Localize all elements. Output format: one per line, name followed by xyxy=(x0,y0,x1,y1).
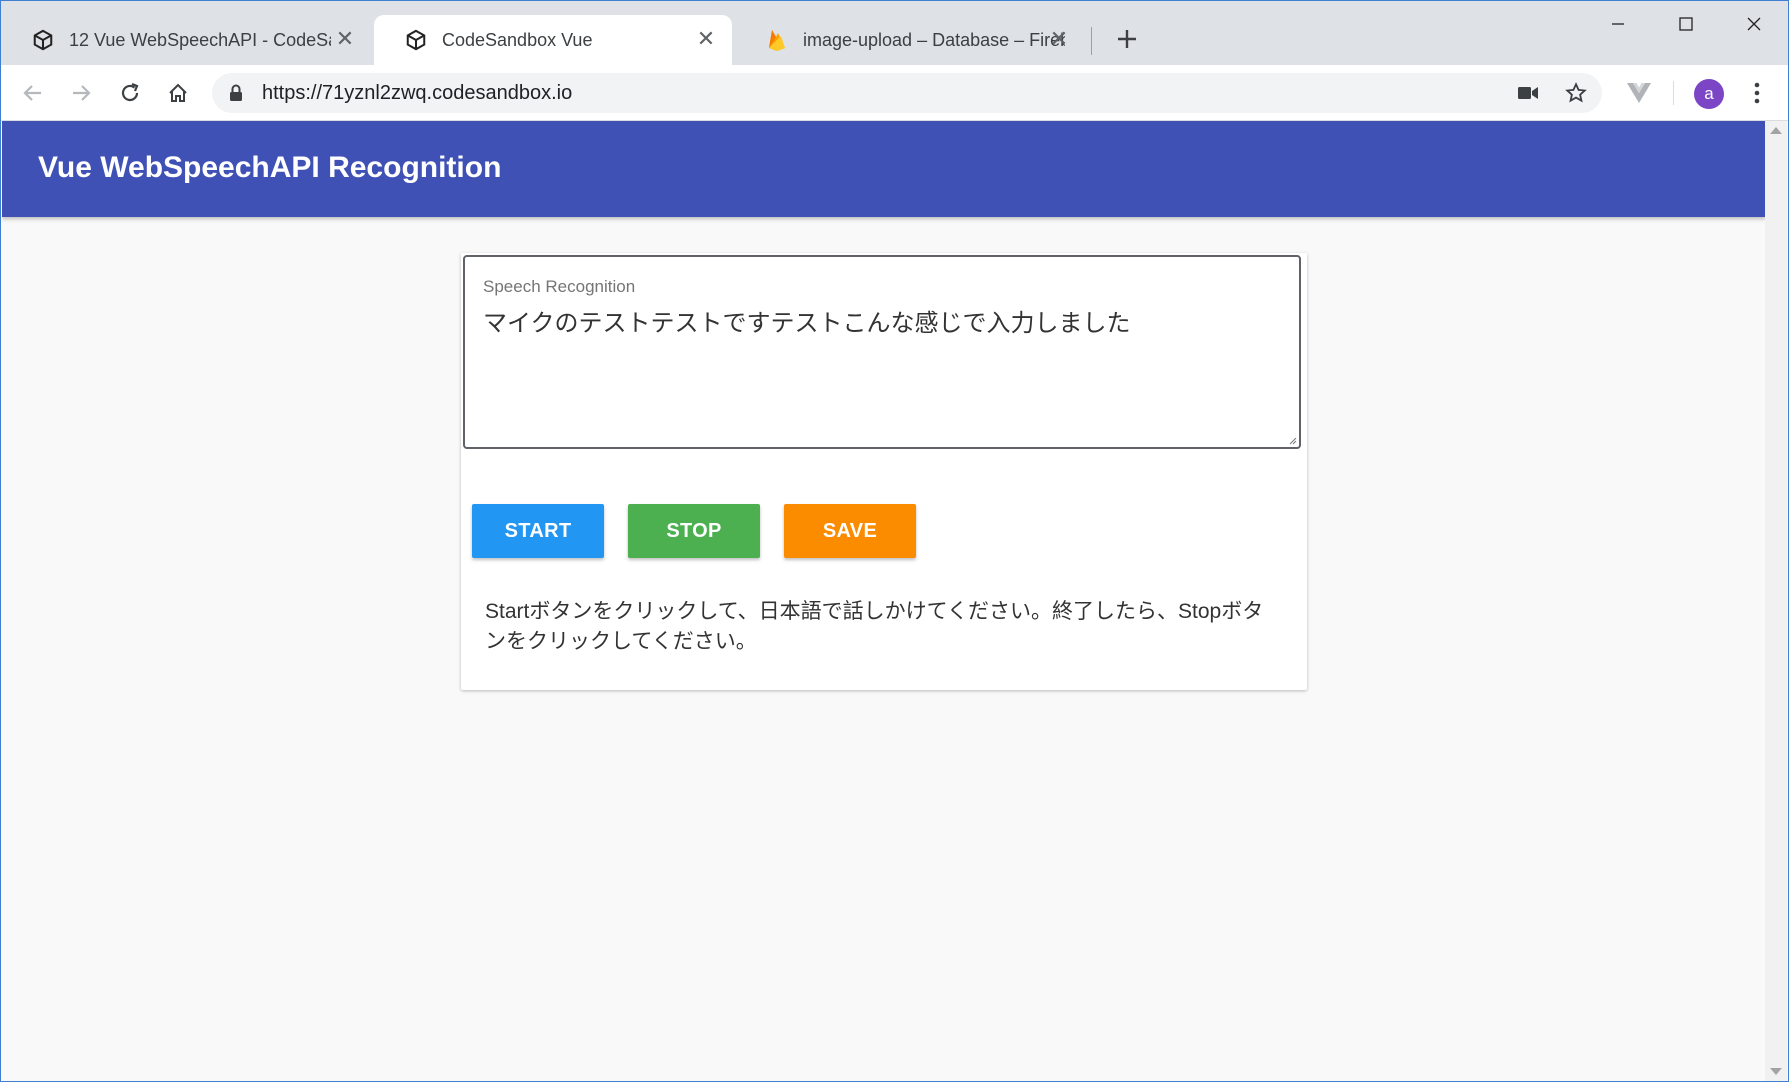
close-tab-icon[interactable]: ✕ xyxy=(1047,26,1071,51)
arrow-left-icon xyxy=(23,85,41,101)
bookmark-star-icon[interactable] xyxy=(1560,77,1592,109)
textarea-label: Speech Recognition xyxy=(483,277,636,296)
url-text: https://71yznl2zwq.codesandbox.io xyxy=(262,82,573,104)
tab-separator xyxy=(1091,27,1092,55)
tab-title: 12 Vue WebSpeechAPI - CodeSandbox xyxy=(69,29,331,50)
instructions-text: Startボタンをクリックして、日本語で話しかけてください。終了したら、Stop… xyxy=(485,600,1264,653)
codesandbox-icon xyxy=(31,28,55,52)
firebase-icon xyxy=(765,28,789,52)
tab-codesandbox-vue[interactable]: CodeSandbox Vue ✕ xyxy=(374,15,732,65)
reload-icon xyxy=(121,82,139,102)
vue-icon xyxy=(1627,83,1651,103)
browser-window: 12 Vue WebSpeechAPI - CodeSandbox ✕ Code… xyxy=(0,0,1789,1082)
minimize-button[interactable] xyxy=(1593,7,1643,41)
tab-title: image-upload – Database – Firebase xyxy=(803,29,1065,50)
codesandbox-icon xyxy=(404,28,428,52)
maximize-icon xyxy=(1679,17,1693,31)
save-button[interactable]: SAVE xyxy=(784,504,916,558)
profile-avatar[interactable]: a xyxy=(1694,79,1724,109)
new-tab-button[interactable] xyxy=(1111,23,1143,55)
reload-button[interactable] xyxy=(112,75,148,111)
close-window-button[interactable] xyxy=(1729,7,1779,41)
tab-strip: 12 Vue WebSpeechAPI - CodeSandbox ✕ Code… xyxy=(1,1,1788,65)
vue-devtools-extension[interactable] xyxy=(1621,75,1657,111)
address-bar[interactable]: https://71yznl2zwq.codesandbox.io xyxy=(212,73,1602,113)
home-button[interactable] xyxy=(160,75,196,111)
maximize-button[interactable] xyxy=(1661,7,1711,41)
textarea-value: マイクのテストテストですテストこんな感じで入力しました xyxy=(483,310,1131,337)
speech-textarea[interactable]: Speech Recognition マイクのテストテストですテストこんな感じで… xyxy=(463,255,1301,449)
tab-firebase-database[interactable]: image-upload – Database – Firebase ✕ xyxy=(735,15,1085,65)
menu-button[interactable] xyxy=(1739,75,1775,111)
close-icon xyxy=(1747,17,1761,31)
forward-button[interactable] xyxy=(63,75,99,111)
home-icon xyxy=(169,83,187,102)
plus-icon xyxy=(1118,30,1136,48)
tab-title: CodeSandbox Vue xyxy=(442,29,593,50)
back-button[interactable] xyxy=(15,75,51,111)
close-tab-icon[interactable]: ✕ xyxy=(333,26,357,51)
more-vert-icon xyxy=(1754,82,1760,104)
app-bar: Vue WebSpeechAPI Recognition xyxy=(2,121,1766,217)
lock-icon xyxy=(228,83,244,108)
stop-button[interactable]: STOP xyxy=(628,504,760,558)
arrow-right-icon xyxy=(73,85,91,101)
toolbar-divider xyxy=(1673,81,1674,105)
tab-vue-webspeechapi[interactable]: 12 Vue WebSpeechAPI - CodeSandbox ✕ xyxy=(1,15,371,65)
close-tab-icon[interactable]: ✕ xyxy=(694,26,718,51)
resize-handle-icon[interactable] xyxy=(1287,435,1297,445)
start-button[interactable]: START xyxy=(472,504,604,558)
page-title: Vue WebSpeechAPI Recognition xyxy=(38,151,502,184)
speech-card: Speech Recognition マイクのテストテストですテストこんな感じで… xyxy=(461,253,1307,690)
minimize-icon xyxy=(1612,23,1624,25)
browser-toolbar: https://71yznl2zwq.codesandbox.io a xyxy=(1,65,1788,121)
scroll-down-arrow-icon[interactable] xyxy=(1770,1068,1782,1075)
camera-icon[interactable] xyxy=(1512,77,1544,109)
page-content: Vue WebSpeechAPI Recognition Speech Reco… xyxy=(2,121,1766,1081)
page-scrollbar[interactable] xyxy=(1765,121,1787,1081)
scroll-up-arrow-icon[interactable] xyxy=(1770,127,1782,134)
